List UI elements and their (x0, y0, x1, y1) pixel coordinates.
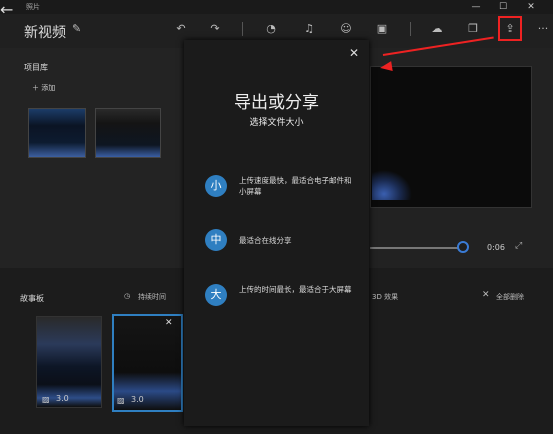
cloud-upload-icon[interactable]: ☁ (428, 20, 446, 38)
minimize-button[interactable]: — (463, 0, 489, 14)
undo-icon[interactable]: ↶ (172, 20, 190, 38)
project-library-panel (0, 48, 185, 268)
edit-title-pencil-icon[interactable]: ✎ (72, 22, 81, 35)
duration-button[interactable]: 持续时间 (138, 292, 166, 302)
size-small-option[interactable]: 小 (205, 175, 227, 197)
app-title: 照片 (26, 3, 40, 11)
more-options-button[interactable]: ··· (534, 20, 552, 38)
remove-clip-icon[interactable]: ✕ (165, 318, 173, 328)
storyboard-title: 故事板 (20, 294, 44, 303)
dialog-heading: 导出或分享 (234, 93, 319, 113)
seek-bar[interactable] (370, 247, 462, 249)
dialog-subheading: 选择文件大小 (249, 118, 304, 128)
size-medium-option[interactable]: 中 (205, 229, 227, 251)
copy-icon[interactable]: ❐ (464, 20, 482, 38)
delete-all-icon[interactable]: ✕ (482, 290, 490, 300)
image-icon: ▨ (42, 395, 50, 404)
toolbar-divider (410, 22, 411, 36)
clip-duration: 3.0 (56, 394, 69, 403)
export-highlight-box (498, 16, 522, 41)
seek-thumb[interactable] (457, 241, 469, 253)
size-large-option[interactable]: 大 (205, 284, 227, 306)
toolbar-divider (242, 22, 243, 36)
time-display: 0:06 (487, 243, 505, 252)
annotation-arrow-head (379, 61, 393, 73)
library-thumbnail[interactable] (95, 108, 161, 158)
library-thumbnail[interactable] (28, 108, 86, 158)
size-medium-description[interactable]: 最适合在线分享 (239, 235, 357, 246)
size-small-description[interactable]: 上传速度最快，最适合电子邮件和小屏幕 (239, 175, 357, 197)
library-title: 项目库 (24, 63, 48, 72)
close-dialog-icon[interactable]: ✕ (349, 46, 359, 60)
project-title[interactable]: 新视频 (24, 22, 66, 42)
maximize-button[interactable]: ☐ (490, 0, 516, 14)
aspect-ratio-icon[interactable]: ▣ (373, 20, 391, 38)
narration-icon[interactable]: ☺ (337, 20, 355, 38)
fullscreen-icon[interactable]: ⤢ (515, 241, 522, 251)
image-icon: ▨ (117, 396, 125, 405)
3d-effects-button[interactable]: 3D 效果 (372, 292, 398, 302)
redo-icon[interactable]: ↷ (206, 20, 224, 38)
add-media-button[interactable]: ＋ 添加 (32, 83, 55, 93)
size-large-description[interactable]: 上传的时间最长，最适合于大屏幕 (239, 284, 357, 295)
clip-duration: 3.0 (131, 395, 144, 404)
preview-artwork (372, 170, 412, 200)
music-icon[interactable]: ♫ (300, 20, 318, 38)
close-window-button[interactable]: ✕ (518, 0, 544, 14)
duration-clock-icon[interactable]: ◷ (124, 292, 130, 300)
delete-all-button[interactable]: 全部删除 (496, 292, 524, 302)
filter-icon[interactable]: ◔ (262, 20, 280, 38)
